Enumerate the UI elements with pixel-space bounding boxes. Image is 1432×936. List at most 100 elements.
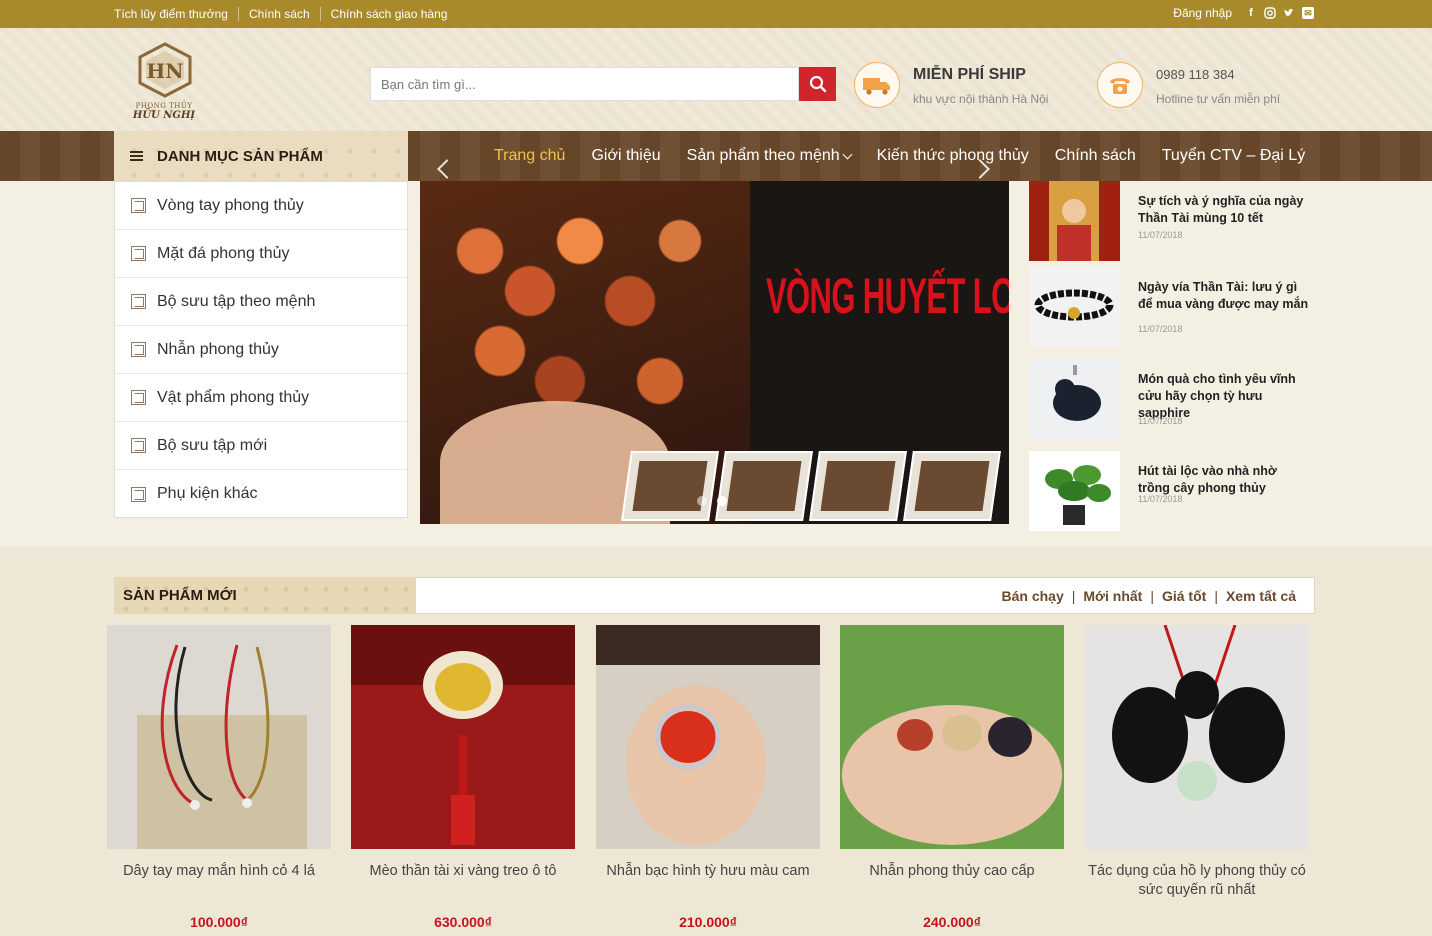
slider-dot[interactable] — [697, 496, 707, 506]
nav-menu: Trang chủ Giới thiệu Sản phẩm theo mệnh … — [494, 131, 1331, 181]
news-thumbnail — [1029, 267, 1120, 347]
section-title: SẢN PHẨM MỚI — [114, 577, 416, 614]
news-item[interactable]: Món quà cho tình yêu vĩnh cửu hãy chọn t… — [1029, 359, 1319, 439]
filter-view-all[interactable]: Xem tất cả — [1226, 588, 1296, 604]
hamburger-icon — [130, 151, 143, 161]
category-item[interactable]: Phụ kiện khác — [115, 470, 407, 518]
top-links: Tích lũy điểm thưởng Chính sách Chính sá… — [114, 7, 457, 21]
search-icon — [809, 75, 826, 93]
product-price: 630.000₫ — [434, 914, 492, 930]
shipping-title: MIỄN PHÍ SHIP — [913, 66, 1026, 83]
category-item[interactable]: Bộ sưu tập theo mệnh — [115, 278, 407, 326]
product-image[interactable] — [840, 625, 1064, 849]
twitter-icon[interactable] — [1283, 7, 1295, 19]
news-item[interactable]: Hút tài lộc vào nhà nhờ trồng cây phong … — [1029, 451, 1319, 531]
slider-dot-active[interactable] — [717, 496, 727, 506]
nav-item-products-by-element[interactable]: Sản phẩm theo mệnh — [686, 147, 853, 165]
category-item[interactable]: Vòng tay phong thủy — [115, 182, 407, 230]
section-filters: Bán chạy | Mới nhất | Giá tốt | Xem tất cả — [1001, 588, 1296, 604]
pattern-icon — [131, 246, 146, 261]
product-name[interactable]: Mèo thần tài xi vàng treo ô tô — [345, 862, 581, 881]
slider-dots — [697, 496, 727, 506]
category-item-label: Bộ sưu tập mới — [157, 436, 268, 454]
news-date: 11/07/2018 — [1138, 230, 1183, 240]
category-item[interactable]: Vật phẩm phong thủy — [115, 374, 407, 422]
category-item[interactable]: Mặt đá phong thủy — [115, 230, 407, 278]
search-input[interactable] — [370, 67, 799, 101]
filter-newest[interactable]: Mới nhất — [1083, 588, 1142, 604]
shipping-subtitle: khu vực nội thành Hà Nội — [913, 92, 1049, 106]
top-link-policy[interactable]: Chính sách — [237, 7, 320, 21]
product-name[interactable]: Nhẫn bạc hình tỳ hưu màu cam — [590, 862, 826, 881]
news-item[interactable]: Sự tích và ý nghĩa của ngày Thần Tài mùn… — [1029, 181, 1319, 261]
category-menu-label: DANH MỤC SẢN PHẨM — [157, 147, 323, 165]
logo-mark-icon: HN — [138, 42, 192, 98]
hotline-info: 0989 118 384 Hotline tư vấn miễn phí — [1097, 62, 1280, 108]
hotline-subtitle: Hotline tư vấn miễn phí — [1156, 92, 1281, 106]
pattern-icon — [131, 294, 146, 309]
phone-icon — [1097, 62, 1143, 108]
product-card[interactable]: Nhẫn bạc hình tỳ hưu màu cam 210.000₫ — [596, 625, 820, 930]
product-name[interactable]: Dây tay may mắn hình cỏ 4 lá — [101, 862, 337, 881]
news-date: 11/07/2018 — [1138, 324, 1183, 334]
nav-item-about[interactable]: Giới thiệu — [591, 147, 660, 165]
product-image[interactable] — [107, 625, 331, 849]
news-title[interactable]: Món quà cho tình yêu vĩnh cửu hãy chọn t… — [1138, 371, 1310, 422]
logo[interactable]: HN PHONG THỦY HỮU NGHỊ — [122, 42, 206, 122]
nav-item-home[interactable]: Trang chủ — [494, 147, 565, 165]
news-item[interactable]: Ngày vía Thần Tài: lưu ý gì để mua vàng … — [1029, 267, 1319, 347]
instagram-icon[interactable] — [1264, 7, 1276, 19]
product-card[interactable]: Nhẫn phong thủy cao cấp 240.000₫ — [840, 625, 1064, 930]
pattern-icon — [131, 486, 146, 502]
filter-best-price[interactable]: Giá tốt — [1162, 588, 1206, 604]
chevron-down-icon — [842, 149, 853, 159]
category-item-label: Mặt đá phong thủy — [157, 244, 290, 262]
product-price: 100.000₫ — [190, 914, 248, 930]
nav-item-policy[interactable]: Chính sách — [1055, 147, 1136, 165]
category-menu-button[interactable]: DANH MỤC SẢN PHẨM — [114, 131, 408, 181]
category-item[interactable]: Bộ sưu tập mới — [115, 422, 407, 470]
nav-item-products-by-element-label: Sản phẩm theo mệnh — [686, 147, 840, 164]
category-item-label: Phụ kiện khác — [157, 485, 258, 502]
filter-best-selling[interactable]: Bán chạy — [1001, 588, 1063, 604]
delivery-truck-icon — [854, 62, 900, 108]
category-item-label: Vòng tay phong thủy — [157, 196, 304, 214]
category-item-label: Nhẫn phong thủy — [157, 340, 279, 358]
news-title[interactable]: Ngày vía Thần Tài: lưu ý gì để mua vàng … — [1138, 279, 1310, 313]
hotline-phone[interactable]: 0989 118 384 — [1156, 67, 1280, 82]
product-name[interactable]: Tác dụng của hồ ly phong thủy có sức quy… — [1079, 862, 1315, 900]
news-title[interactable]: Hút tài lộc vào nhà nhờ trồng cây phong … — [1138, 463, 1310, 497]
category-item[interactable]: Nhẫn phong thủy — [115, 326, 407, 374]
product-image[interactable] — [1085, 624, 1309, 849]
slide-title: VÒNG HUYẾT LONG — [766, 268, 1009, 324]
hero-slider[interactable]: VÒNG HUYẾT LONG — [420, 181, 1009, 524]
product-image[interactable] — [351, 625, 575, 849]
news-thumbnail — [1029, 359, 1120, 439]
product-card[interactable]: Tác dụng của hồ ly phong thủy có sức quy… — [1085, 624, 1309, 898]
logo-brand: HỮU NGHỊ — [132, 110, 196, 121]
pattern-icon — [131, 342, 146, 357]
facebook-icon[interactable]: f — [1245, 7, 1257, 19]
pattern-icon — [131, 438, 146, 453]
svg-text:HN: HN — [146, 59, 183, 83]
product-name[interactable]: Nhẫn phong thủy cao cấp — [834, 862, 1070, 881]
top-bar: Tích lũy điểm thưởng Chính sách Chính sá… — [0, 0, 1432, 28]
news-title[interactable]: Sự tích và ý nghĩa của ngày Thần Tài mùn… — [1138, 193, 1310, 227]
login-link[interactable]: Đăng nhập — [1173, 6, 1232, 20]
product-card[interactable]: Mèo thần tài xi vàng treo ô tô 630.000₫ — [351, 625, 575, 930]
product-image[interactable] — [596, 625, 820, 849]
category-item-label: Vật phẩm phong thủy — [157, 388, 310, 406]
slide-product-trays — [616, 443, 1009, 524]
top-link-rewards[interactable]: Tích lũy điểm thưởng — [114, 7, 238, 21]
top-link-shipping-policy[interactable]: Chính sách giao hàng — [319, 7, 458, 21]
category-list: Vòng tay phong thủy Mặt đá phong thủy Bộ… — [114, 181, 408, 518]
product-card[interactable]: Dây tay may mắn hình cỏ 4 lá 100.000₫ — [107, 625, 331, 930]
product-price: 240.000₫ — [923, 914, 981, 930]
header: HN PHONG THỦY HỮU NGHỊ MIỄN PHÍ SHIP khu… — [0, 28, 1432, 131]
news-date: 11/07/2018 — [1138, 494, 1183, 504]
nav-item-knowledge[interactable]: Kiến thức phong thủy — [877, 147, 1029, 165]
category-item-label: Bộ sưu tập theo mệnh — [157, 292, 316, 310]
search-button[interactable] — [799, 67, 836, 101]
email-icon[interactable]: ✉ — [1302, 7, 1314, 19]
nav-item-recruit[interactable]: Tuyển CTV – Đại Lý — [1162, 147, 1305, 165]
